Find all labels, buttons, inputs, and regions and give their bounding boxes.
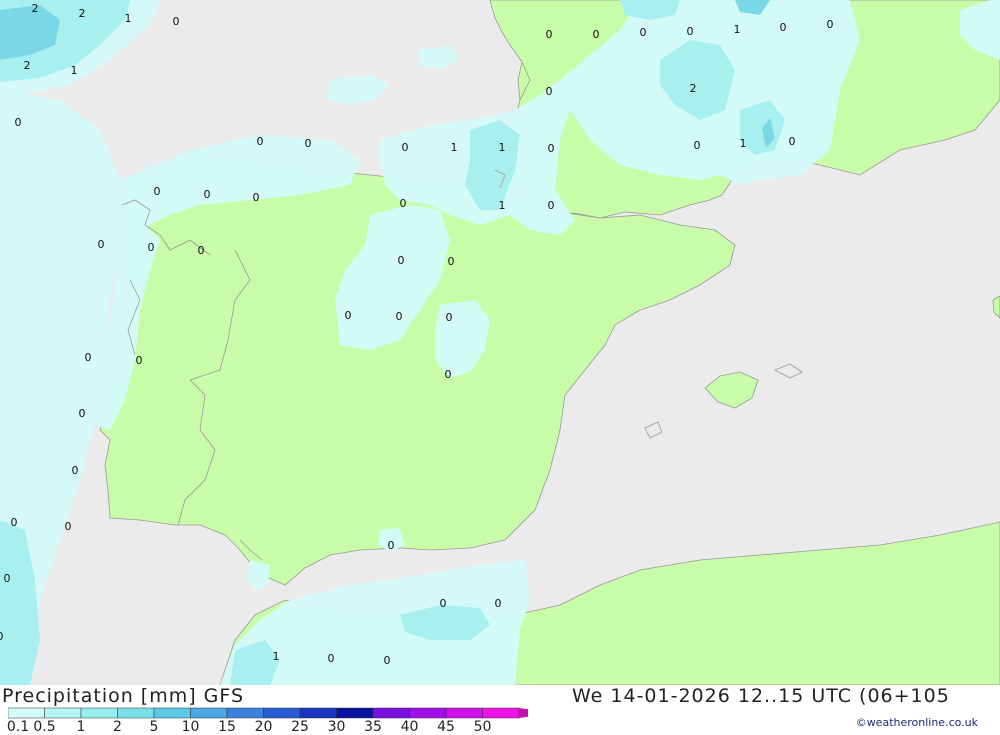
precip-value-label: 2 bbox=[690, 82, 697, 95]
legend-swatch bbox=[372, 707, 410, 719]
precip-value-label: 0 bbox=[789, 135, 796, 148]
precip-value-label: 0 bbox=[257, 135, 264, 148]
precip-value-label: 0 bbox=[780, 21, 787, 34]
footer: Precipitation [mm] GFS We 14-01-2026 12.… bbox=[0, 685, 1000, 735]
precip-value-label: 0 bbox=[548, 142, 555, 155]
precip-value-label: 0 bbox=[388, 539, 395, 552]
precip-value-label: 2 bbox=[79, 7, 86, 20]
precip-value-label: 0 bbox=[495, 597, 502, 610]
precip-value-label: 0 bbox=[154, 185, 161, 198]
precip-value-label: 0 bbox=[546, 28, 553, 41]
legend-swatch bbox=[263, 707, 301, 719]
precip-value-label: 0 bbox=[396, 310, 403, 323]
precip-value-label: 1 bbox=[740, 137, 747, 150]
precip-value-label: 0 bbox=[65, 520, 72, 533]
legend-arrow bbox=[519, 708, 528, 718]
precip-value-label: 0 bbox=[148, 241, 155, 254]
precip-value-label: 2 bbox=[24, 59, 31, 72]
precip-value-label: 0 bbox=[79, 407, 86, 420]
precip-value-label: 0 bbox=[548, 199, 555, 212]
precip-value-label: 1 bbox=[71, 64, 78, 77]
precip-value-label: 0 bbox=[328, 652, 335, 665]
precip-value-label: 0 bbox=[546, 85, 553, 98]
precip-value-label: 0 bbox=[85, 351, 92, 364]
valid-time: We 14-01-2026 12..15 UTC (06+105 bbox=[572, 685, 950, 707]
precip-value-label: 1 bbox=[273, 650, 280, 663]
precip-value-label: 1 bbox=[125, 12, 132, 25]
precip-value-label: 0 bbox=[694, 139, 701, 152]
precip-value-label: 0 bbox=[305, 137, 312, 150]
precip-value-label: 0 bbox=[173, 15, 180, 28]
legend-swatch bbox=[445, 707, 483, 719]
legend-swatch bbox=[153, 707, 191, 719]
precip-value-label: 0 bbox=[11, 516, 18, 529]
precip-value-label: 1 bbox=[734, 23, 741, 36]
precipitation-map: 2 2 1 0 2 1 0 0 0 0 0 1 0 0 0 2 0 1 0 0 0 0 1 1 0 0 0 0 0 1 0 0 0 0 0 0 0 0 0 0… bbox=[0, 0, 1000, 685]
precip-value-label: 0 bbox=[253, 191, 260, 204]
legend-swatch bbox=[190, 707, 228, 719]
precip-value-label: 0 bbox=[827, 18, 834, 31]
precip-value-label: 0 bbox=[136, 354, 143, 367]
legend-swatch bbox=[80, 707, 118, 719]
precip-value-label: 0 bbox=[15, 116, 22, 129]
precip-value-label: 0 bbox=[384, 654, 391, 667]
legend-swatch bbox=[299, 707, 337, 719]
legend-swatch bbox=[409, 707, 447, 719]
precip-value-label: 1 bbox=[499, 141, 506, 154]
legend-swatch bbox=[482, 707, 520, 719]
precip-value-label: 0 bbox=[448, 255, 455, 268]
precip-value-label: 0 bbox=[204, 188, 211, 201]
precip-value-label: 0 bbox=[198, 244, 205, 257]
precip-value-label: 0 bbox=[398, 254, 405, 267]
precip-value-label: 0 bbox=[402, 141, 409, 154]
precip-value-label: 0 bbox=[640, 26, 647, 39]
precip-value-label: 1 bbox=[499, 199, 506, 212]
legend-swatch bbox=[117, 707, 155, 719]
precip-value-label: 0 bbox=[446, 311, 453, 324]
legend-swatch bbox=[44, 707, 82, 719]
precip-value-label: 0 bbox=[72, 464, 79, 477]
precip-value-label: 0 bbox=[345, 309, 352, 322]
legend-swatch bbox=[226, 707, 264, 719]
color-legend bbox=[8, 707, 528, 719]
precip-value-label: 0 bbox=[593, 28, 600, 41]
precip-value-label: 0 bbox=[4, 572, 11, 585]
precip-value-label: 0 bbox=[687, 25, 694, 38]
legend-swatch bbox=[336, 707, 374, 719]
credit-link[interactable]: ©weatheronline.co.uk bbox=[856, 716, 978, 729]
precip-value-label: 0 bbox=[400, 197, 407, 210]
precip-value-label: 1 bbox=[451, 141, 458, 154]
map-title: Precipitation [mm] GFS bbox=[2, 685, 245, 707]
precip-value-label: 0 bbox=[445, 368, 452, 381]
precip-value-label: 0 bbox=[98, 238, 105, 251]
legend-swatch bbox=[8, 707, 45, 719]
precip-value-label: 0 bbox=[0, 630, 4, 643]
precip-value-label: 2 bbox=[32, 2, 39, 15]
precip-value-label: 0 bbox=[440, 597, 447, 610]
